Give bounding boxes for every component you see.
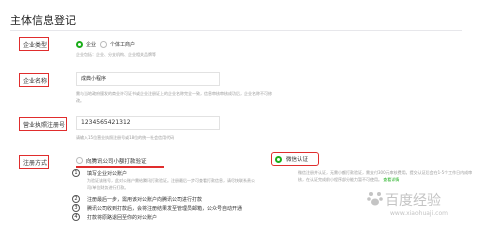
radio-wechat-verify[interactable]	[275, 155, 282, 163]
step-4: 打款将原路退回至你的对公账户	[87, 215, 158, 221]
radio-company[interactable]	[76, 41, 83, 48]
paw-logo-icon	[367, 192, 383, 206]
small-payment-label: 向腾讯公司小额打款验证	[86, 159, 147, 165]
step-3: 腾讯公司收到打款后，会将注册结果发至管理员邮箱，公众号自动开通	[87, 206, 243, 212]
wechat-verify-desc: 微信注册并认证，无需小额打款验证，需支付300元审核费用。提交认证后会在1-5个…	[298, 169, 473, 183]
step-2-number: 2	[72, 195, 80, 203]
step-1-detail: 为验证该账号，此对公账户需给腾讯打款验证。注册最后一步可查看打款信息，请尽快联系…	[87, 178, 255, 190]
radio-individual-label: 个体工商户	[110, 42, 136, 48]
radio-individual[interactable]	[100, 41, 107, 48]
radio-small-payment[interactable]	[76, 157, 83, 164]
step-1: 填写企业对公账户	[87, 171, 128, 177]
divider	[10, 30, 462, 31]
step-2: 注册最后一步，需用该对公账户向腾讯公司进行打款	[87, 197, 203, 203]
step-3-number: 3	[72, 204, 80, 212]
license-label: 营业执照注册号	[23, 122, 66, 129]
license-label-box: 营业执照注册号	[19, 117, 67, 131]
company-name-input[interactable]: 成典小程序	[76, 72, 220, 86]
watermark-brand: 百度经验	[385, 193, 441, 209]
company-type-label-box: 企业类型	[19, 37, 49, 51]
radio-company-label: 企业	[86, 42, 97, 48]
watermark: 百度经验 www.xiaohuaji.com	[330, 190, 490, 230]
company-type-label: 企业类型	[23, 42, 48, 49]
page-title: 主体信息登记	[10, 14, 76, 27]
step-4-number: 4	[72, 213, 80, 221]
company-name-hint: 需与当地政府颁发的商业许可证书或企业注册证上的企业名称完全一致，信息审核审核成功…	[76, 91, 272, 103]
red-underline	[76, 166, 164, 168]
register-method-label-box: 注册方式	[19, 155, 49, 169]
register-method-label: 注册方式	[23, 160, 48, 167]
company-type-hint: 企业包括：企业、分支机构、企业相关品牌等	[76, 52, 156, 57]
license-hint: 请输入15位营业执照注册号或18位的统一社会信用代码	[76, 135, 175, 140]
company-name-label: 企业名称	[23, 78, 48, 85]
view-details-link[interactable]: 查看详情	[383, 177, 399, 182]
watermark-site: www.xiaohuaji.com	[390, 210, 448, 217]
step-1-number: 1	[72, 169, 80, 177]
wechat-option-box[interactable]: 微信认证	[271, 152, 319, 166]
license-input[interactable]: 1234565421312	[76, 116, 220, 130]
company-name-label-box: 企业名称	[19, 73, 49, 87]
wechat-verify-label: 微信认证	[286, 157, 309, 163]
